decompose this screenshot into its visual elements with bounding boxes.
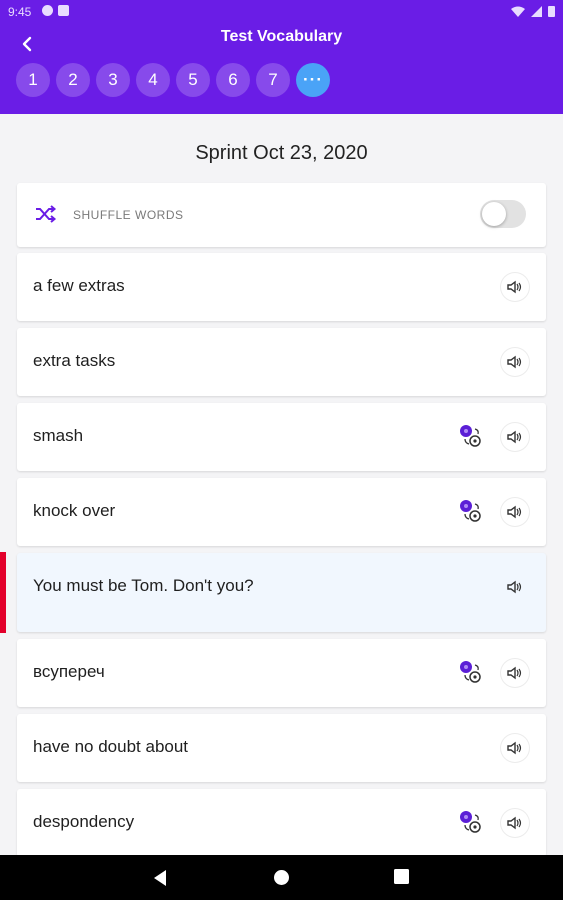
word-row[interactable]: a few extras bbox=[17, 253, 546, 321]
speaker-icon[interactable] bbox=[501, 809, 529, 837]
word-row[interactable]: smash bbox=[17, 403, 546, 471]
speaker-icon[interactable] bbox=[501, 734, 529, 762]
page-title: Test Vocabulary bbox=[220, 28, 343, 45]
page-button-5[interactable]: 5 bbox=[176, 63, 210, 97]
speaker-icon[interactable] bbox=[501, 659, 529, 687]
battery-icon bbox=[548, 6, 555, 17]
word-text: всупереч bbox=[33, 662, 105, 681]
nav-back-icon[interactable] bbox=[152, 869, 168, 887]
sprint-heading: Sprint Oct 23, 2020 bbox=[195, 142, 368, 164]
shuffle-icon bbox=[36, 205, 57, 223]
translate-icon[interactable] bbox=[457, 423, 485, 451]
shuffle-card: SHUFFLE WORDS bbox=[17, 183, 546, 247]
word-row[interactable]: knock over bbox=[17, 478, 546, 546]
page-button-4[interactable]: 4 bbox=[136, 63, 170, 97]
nav-home-icon[interactable] bbox=[273, 869, 290, 886]
translate-icon[interactable] bbox=[457, 809, 485, 837]
app-bar: Test Vocabulary 1 2 3 4 5 6 7 ··· bbox=[0, 24, 563, 114]
page-button-6[interactable]: 6 bbox=[216, 63, 250, 97]
speaker-icon[interactable] bbox=[501, 573, 529, 601]
word-row-active[interactable]: You must be Tom. Don't you? bbox=[17, 553, 546, 632]
page-button-3[interactable]: 3 bbox=[96, 63, 130, 97]
word-text: extra tasks bbox=[33, 351, 116, 370]
more-pages-button[interactable]: ··· bbox=[296, 63, 330, 97]
signal-icon bbox=[531, 5, 542, 17]
word-row[interactable]: have no doubt about bbox=[17, 714, 546, 782]
system-nav-bar bbox=[0, 855, 563, 900]
toggle-knob bbox=[482, 202, 506, 226]
page-button-7[interactable]: 7 bbox=[256, 63, 290, 97]
word-text: You must be Tom. Don't you? bbox=[33, 576, 254, 595]
translate-icon[interactable] bbox=[457, 498, 485, 526]
word-row[interactable]: extra tasks bbox=[17, 328, 546, 396]
speaker-icon[interactable] bbox=[501, 273, 529, 301]
word-row[interactable]: despondency bbox=[17, 789, 546, 857]
active-row-marker bbox=[0, 552, 6, 633]
page-button-1[interactable]: 1 bbox=[16, 63, 50, 97]
page-selector: 1 2 3 4 5 6 7 ··· bbox=[16, 63, 330, 97]
translate-icon[interactable] bbox=[457, 659, 485, 687]
data-saver-icon bbox=[42, 5, 53, 16]
status-bar: 9:45 bbox=[0, 0, 563, 24]
status-time: 9:45 bbox=[8, 5, 32, 19]
word-row[interactable]: всупереч bbox=[17, 639, 546, 707]
page-button-2[interactable]: 2 bbox=[56, 63, 90, 97]
sd-card-icon bbox=[58, 5, 69, 16]
nav-recents-icon[interactable] bbox=[394, 869, 409, 884]
speaker-icon[interactable] bbox=[501, 423, 529, 451]
speaker-icon[interactable] bbox=[501, 498, 529, 526]
word-text: a few extras bbox=[33, 276, 125, 295]
wifi-icon bbox=[511, 6, 525, 17]
word-text: smash bbox=[33, 426, 84, 445]
word-text: knock over bbox=[33, 501, 116, 520]
shuffle-toggle[interactable] bbox=[480, 200, 526, 228]
speaker-icon[interactable] bbox=[501, 348, 529, 376]
word-text: have no doubt about bbox=[33, 737, 189, 756]
shuffle-label: SHUFFLE WORDS bbox=[73, 208, 184, 222]
word-text: despondency bbox=[33, 812, 135, 831]
